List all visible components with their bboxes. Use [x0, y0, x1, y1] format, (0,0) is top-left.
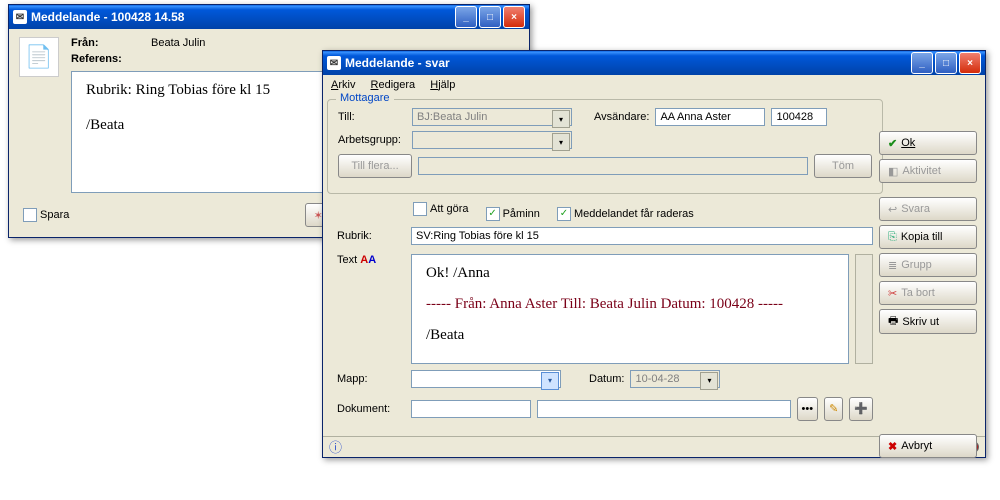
group-legend: Mottagare	[336, 92, 394, 104]
paminn-checkbox[interactable]: ✓Påminn	[486, 207, 540, 221]
titlebar[interactable]: ✉ Meddelande - 100428 14.58 _ □ ×	[9, 5, 529, 29]
msg-line: Ok! /Anna	[426, 265, 834, 282]
datum-label: Datum:	[589, 373, 624, 385]
plus-icon: ➕	[854, 402, 868, 415]
minimize-button[interactable]: _	[911, 52, 933, 74]
reply-window: ✉ Meddelande - svar _ □ × Arkiv Redigera…	[322, 50, 986, 458]
grupp-label: Grupp	[901, 259, 932, 271]
paminn-label: Påminn	[503, 208, 540, 220]
scrollbar[interactable]	[855, 254, 873, 364]
msg-line: ----- Från: Anna Aster Till: Beata Julin…	[426, 296, 834, 313]
attgora-checkbox[interactable]: Att göra	[413, 202, 469, 216]
edit-doc-button[interactable]: ✎	[824, 397, 843, 421]
from-value: Beata Julin	[151, 37, 205, 49]
status-icon: ⓘ	[329, 437, 342, 456]
checkbox-icon: ✓	[557, 207, 571, 221]
mapp-label: Mapp:	[337, 373, 405, 385]
code-field[interactable]	[771, 108, 827, 126]
from-label: Från:	[71, 37, 131, 49]
group-icon: ≣	[888, 259, 897, 272]
menu-redigera[interactable]: Redigera	[371, 79, 416, 91]
checkbox-icon	[23, 208, 37, 222]
dokument-field-2[interactable]	[537, 400, 791, 418]
app-icon: ✉	[13, 10, 27, 24]
message-icon: 📄	[19, 37, 59, 77]
tabort-label: Ta bort	[901, 287, 935, 299]
skrivut-label: Skriv ut	[902, 316, 939, 328]
menubar: Arkiv Redigera Hjälp	[323, 75, 985, 95]
aktivitet-label: Aktivitet	[902, 165, 941, 177]
svara-label: Svara	[901, 203, 930, 215]
maximize-button[interactable]: □	[935, 52, 957, 74]
text-area[interactable]: Ok! /Anna ----- Från: Anna Aster Till: B…	[411, 254, 849, 364]
pencil-icon: ✎	[829, 402, 838, 415]
tom-label: Töm	[832, 160, 854, 172]
checkbox-icon: ✓	[486, 207, 500, 221]
icon-column: 📄	[19, 37, 61, 193]
tillflera-label: Till flera...	[351, 160, 398, 172]
close-button[interactable]: ×	[503, 6, 525, 28]
tom-button[interactable]: Töm	[814, 154, 872, 178]
copy-icon: ⎘	[888, 231, 897, 244]
maximize-button[interactable]: □	[479, 6, 501, 28]
chevron-down-icon[interactable]: ▾	[552, 110, 570, 128]
format-icon[interactable]: A	[360, 254, 368, 266]
format-icon[interactable]: A	[368, 254, 376, 266]
avbryt-label: Avbryt	[901, 440, 932, 452]
reply-icon: ↩	[888, 203, 897, 216]
dokument-field-1[interactable]	[411, 400, 531, 418]
tabort-button[interactable]: ✂ Ta bort	[879, 281, 977, 305]
browse-button[interactable]: •••	[797, 397, 819, 421]
kopia-label: Kopia till	[901, 231, 943, 243]
tillflera-button[interactable]: Till flera...	[338, 154, 412, 178]
msg-line: /Beata	[426, 327, 834, 344]
menu-hjalp[interactable]: Hjälp	[430, 79, 455, 91]
add-doc-button[interactable]: ➕	[849, 397, 873, 421]
chevron-down-icon[interactable]: ▾	[541, 372, 559, 390]
chevron-down-icon[interactable]: ▾	[552, 133, 570, 151]
close-button[interactable]: ×	[959, 52, 981, 74]
skrivut-button[interactable]: 🖶 Skriv ut	[879, 309, 977, 334]
attgora-label: Att göra	[430, 203, 469, 215]
avsandare-label: Avsändare:	[594, 111, 649, 123]
rubrik-field[interactable]	[411, 227, 873, 245]
ok-label: Ok	[901, 137, 915, 149]
tillflera-field	[418, 157, 808, 175]
spara-checkbox[interactable]: Spara	[23, 208, 69, 222]
mapp-combo[interactable]	[411, 370, 561, 388]
grupp-button[interactable]: ≣ Grupp	[879, 253, 977, 277]
svara-button[interactable]: ↩ Svara	[879, 197, 977, 221]
app-icon: ✉	[327, 56, 341, 70]
minimize-button[interactable]: _	[455, 6, 477, 28]
arbetsgrupp-combo[interactable]	[412, 131, 572, 149]
activity-icon: ◧	[888, 165, 898, 178]
ok-button[interactable]: ✔ Ok	[879, 131, 977, 155]
avsandare-field[interactable]	[655, 108, 765, 126]
check-icon: ✔	[888, 137, 897, 150]
till-combo[interactable]	[412, 108, 572, 126]
text-label: Text AA	[337, 254, 405, 364]
kopia-button[interactable]: ⎘ Kopia till	[879, 225, 977, 249]
ellipsis-icon: •••	[802, 403, 814, 415]
radera-checkbox[interactable]: ✓Meddelandet får raderas	[557, 207, 694, 221]
action-panel: ✔ Ok ◧ Aktivitet ↩ Svara ⎘ Kopia till ≣ Grupp…	[879, 131, 977, 462]
spara-label: Spara	[40, 209, 69, 221]
aktivitet-button[interactable]: ◧ Aktivitet	[879, 159, 977, 183]
checkbox-icon	[413, 202, 427, 216]
rubrik-label: Rubrik:	[337, 230, 405, 242]
titlebar[interactable]: ✉ Meddelande - svar _ □ ×	[323, 51, 985, 75]
chevron-down-icon[interactable]: ▾	[700, 372, 718, 390]
menu-arkiv[interactable]: Arkiv	[331, 79, 355, 91]
radera-label: Meddelandet får raderas	[574, 208, 694, 220]
dokument-label: Dokument:	[337, 403, 405, 415]
arbetsgrupp-label: Arbetsgrupp:	[338, 134, 406, 146]
window-title: Meddelande - svar	[345, 56, 450, 70]
mottagare-group: Mottagare Till: ▾ Avsändare: Arbetsgrupp…	[327, 99, 883, 194]
print-icon: 🖶	[888, 312, 898, 331]
avbryt-button[interactable]: ✖ Avbryt	[879, 434, 977, 458]
x-icon: ✖	[888, 440, 897, 453]
till-label: Till:	[338, 111, 406, 123]
delete-icon: ✂	[888, 287, 897, 300]
window-title: Meddelande - 100428 14.58	[31, 10, 184, 24]
